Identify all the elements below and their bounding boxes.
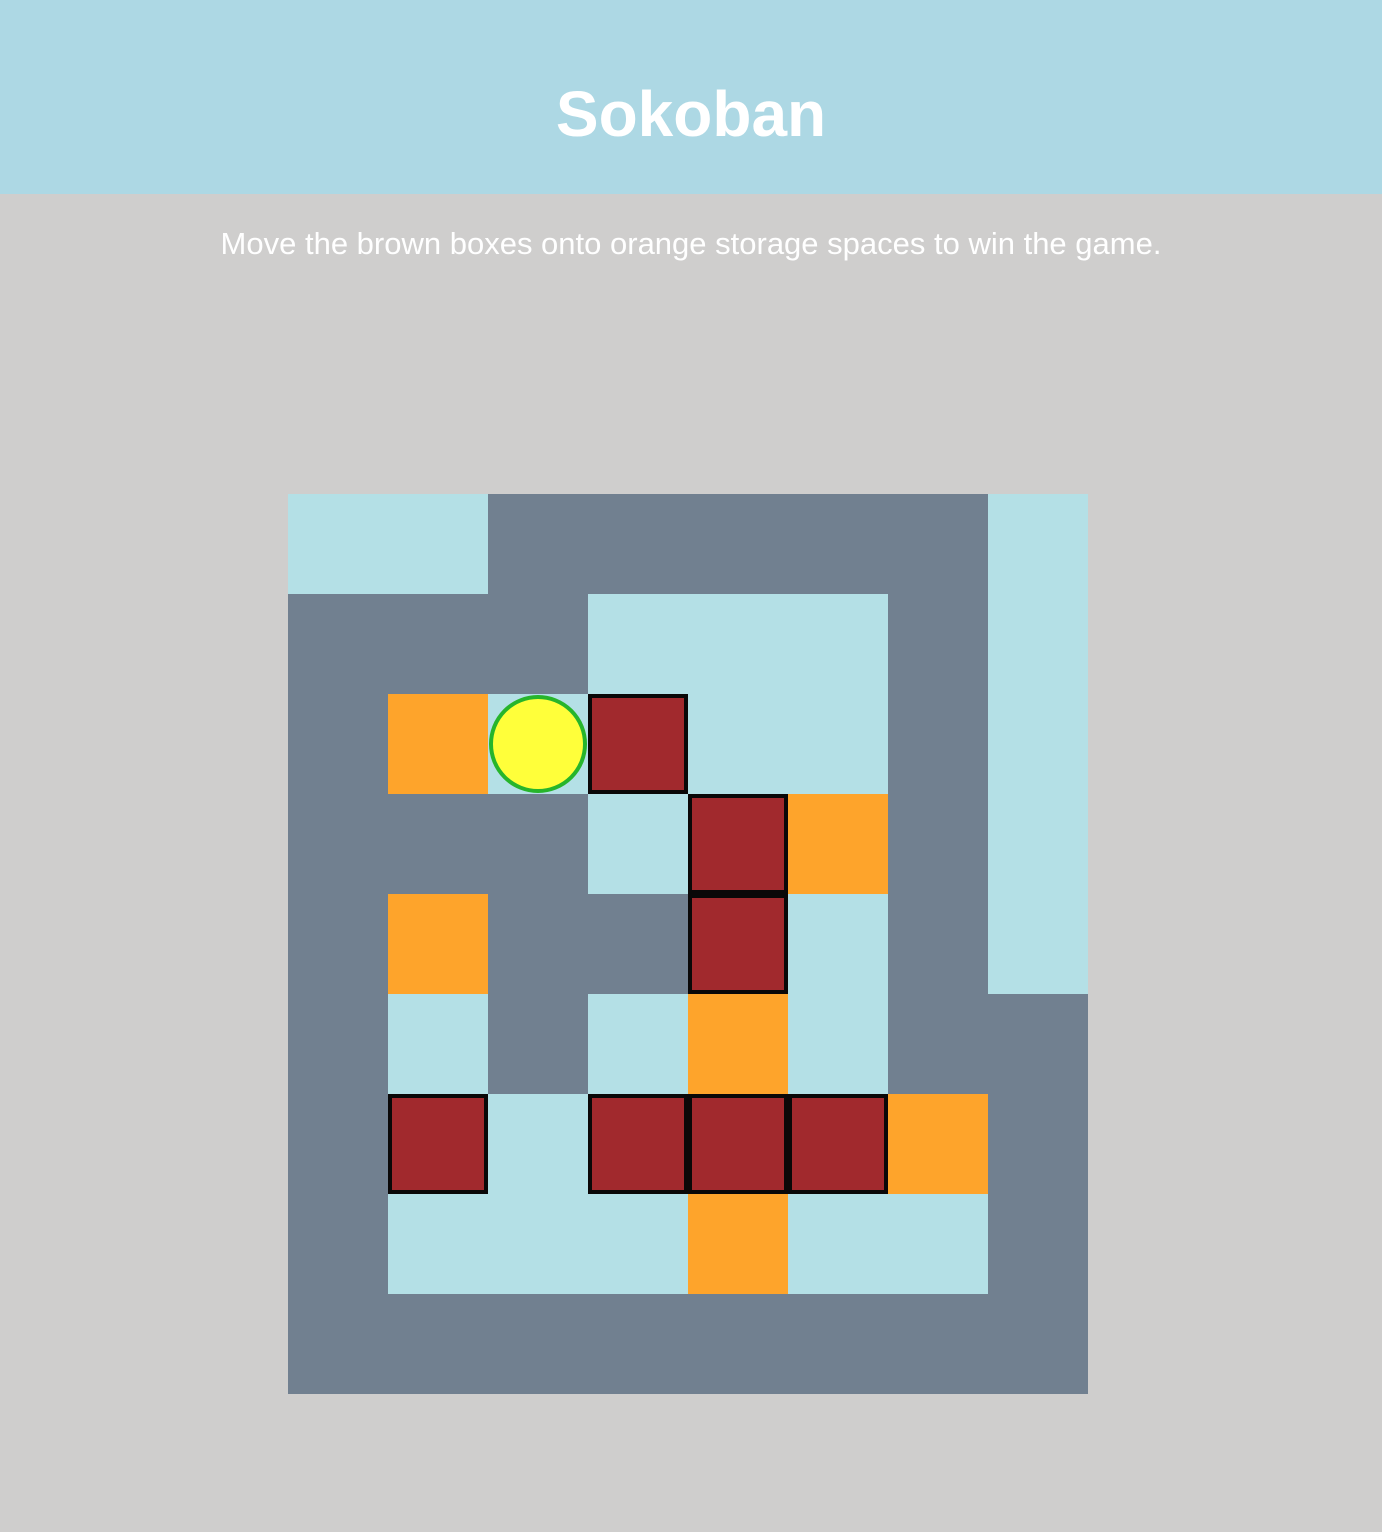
floor-tile <box>688 594 788 694</box>
header-bar: Sokoban <box>0 0 1382 194</box>
floor-tile <box>988 594 1088 694</box>
floor-tile <box>588 1194 688 1294</box>
wall-tile <box>588 1294 688 1394</box>
floor-tile <box>988 794 1088 894</box>
box[interactable] <box>688 894 788 994</box>
wall-tile <box>488 494 588 594</box>
page-title: Sokoban <box>555 78 827 150</box>
floor-tile <box>988 894 1088 994</box>
wall-tile <box>788 1294 888 1394</box>
floor-tile <box>688 694 788 794</box>
wall-tile <box>588 494 688 594</box>
floor-tile <box>288 494 388 594</box>
wall-tile <box>488 894 588 994</box>
wall-tile <box>988 1094 1088 1194</box>
floor-tile <box>788 1194 888 1294</box>
wall-tile <box>488 1294 588 1394</box>
floor-tile <box>788 694 888 794</box>
floor-tile <box>588 994 688 1094</box>
box[interactable] <box>788 1094 888 1194</box>
wall-tile <box>488 594 588 694</box>
floor-tile <box>388 494 488 594</box>
box[interactable] <box>688 794 788 894</box>
wall-tile <box>888 994 988 1094</box>
wall-tile <box>888 894 988 994</box>
wall-tile <box>688 494 788 594</box>
floor-tile <box>788 894 888 994</box>
floor-tile <box>988 694 1088 794</box>
instructions-text: Move the brown boxes onto orange storage… <box>220 226 1162 261</box>
floor-tile <box>888 1194 988 1294</box>
floor-tile <box>788 994 888 1094</box>
wall-tile <box>888 794 988 894</box>
floor-tile <box>788 594 888 694</box>
wall-tile <box>288 694 388 794</box>
wall-tile <box>388 594 488 694</box>
goal-tile <box>388 694 488 794</box>
goal-tile <box>888 1094 988 1194</box>
wall-tile <box>988 1194 1088 1294</box>
wall-tile <box>488 794 588 894</box>
floor-tile <box>988 494 1088 594</box>
wall-tile <box>888 1294 988 1394</box>
wall-tile <box>388 1294 488 1394</box>
wall-tile <box>788 494 888 594</box>
floor-tile <box>588 594 688 694</box>
wall-tile <box>588 894 688 994</box>
goal-tile <box>688 994 788 1094</box>
wall-tile <box>988 1294 1088 1394</box>
wall-tile <box>288 1294 388 1394</box>
goal-tile <box>388 894 488 994</box>
wall-tile <box>288 994 388 1094</box>
wall-tile <box>288 794 388 894</box>
box[interactable] <box>388 1094 488 1194</box>
wall-tile <box>988 994 1088 1094</box>
box[interactable] <box>588 694 688 794</box>
floor-tile <box>488 1094 588 1194</box>
box[interactable] <box>688 1094 788 1194</box>
wall-tile <box>288 1194 388 1294</box>
wall-tile <box>888 494 988 594</box>
wall-tile <box>488 994 588 1094</box>
wall-tile <box>888 694 988 794</box>
wall-tile <box>888 594 988 694</box>
floor-tile <box>588 794 688 894</box>
wall-tile <box>288 594 388 694</box>
wall-tile <box>288 1094 388 1194</box>
wall-tile <box>388 794 488 894</box>
wall-tile <box>288 894 388 994</box>
goal-tile <box>788 794 888 894</box>
floor-tile <box>488 1194 588 1294</box>
game-board[interactable] <box>288 494 1088 1394</box>
wall-tile <box>688 1294 788 1394</box>
player-token[interactable] <box>489 695 587 793</box>
floor-tile <box>388 994 488 1094</box>
goal-tile <box>688 1194 788 1294</box>
floor-tile <box>388 1194 488 1294</box>
box[interactable] <box>588 1094 688 1194</box>
